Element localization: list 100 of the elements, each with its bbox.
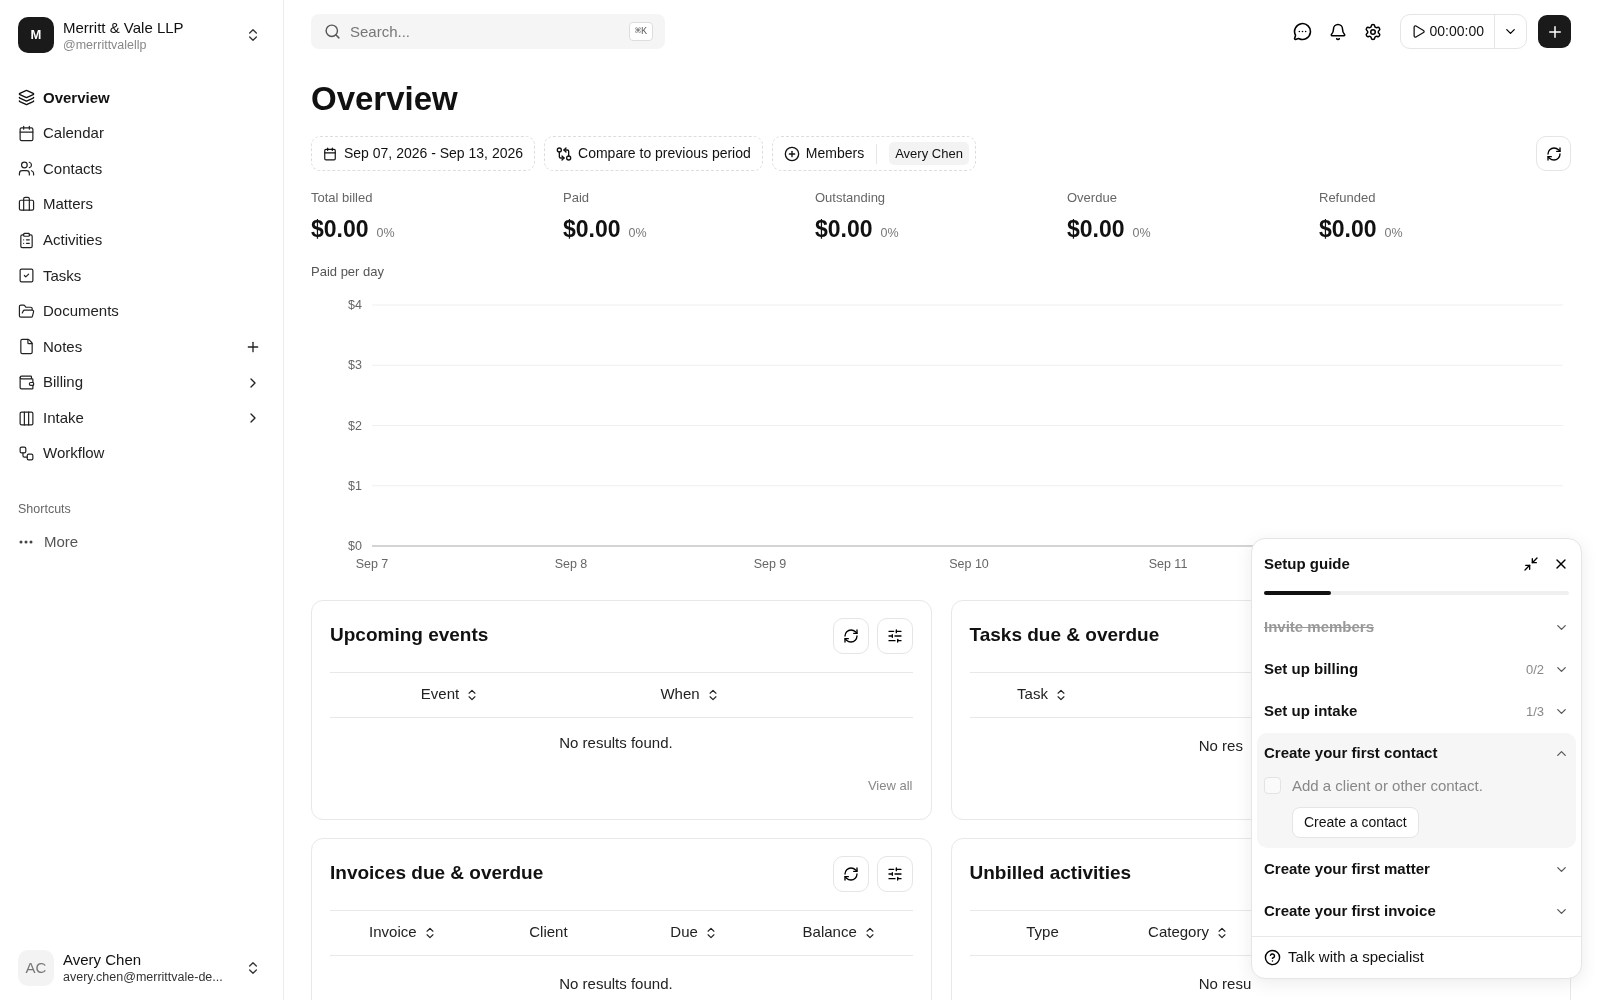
step-row[interactable]: Set up billing 0/2 bbox=[1257, 648, 1576, 691]
nav-item[interactable]: Activities bbox=[18, 222, 265, 258]
step-progress: 1/3 bbox=[1525, 702, 1544, 721]
view-all-link[interactable]: View all bbox=[867, 775, 913, 795]
y-tick-label: $3 bbox=[348, 357, 362, 372]
empty-message: No results found. bbox=[559, 733, 673, 751]
nav-item[interactable]: Intake bbox=[18, 400, 265, 436]
checkbox-icon bbox=[18, 267, 35, 285]
stat-value: $0.00 bbox=[1319, 214, 1377, 244]
stat-label: Total billed bbox=[311, 189, 374, 207]
refresh-button[interactable] bbox=[1536, 136, 1571, 171]
minimize-icon[interactable] bbox=[1523, 556, 1539, 573]
sliders-icon bbox=[886, 865, 903, 882]
empty-message: No results found. bbox=[559, 974, 673, 992]
nav-item[interactable]: Calendar bbox=[18, 115, 265, 152]
ellipsis-icon bbox=[19, 539, 33, 544]
workflow-icon bbox=[18, 445, 35, 463]
timer-button[interactable]: 00:00:00 bbox=[1400, 15, 1494, 48]
filter-button[interactable] bbox=[876, 617, 913, 654]
stat-label: Refunded bbox=[1319, 189, 1377, 207]
refresh-button[interactable] bbox=[832, 617, 869, 654]
add-circle-icon bbox=[783, 145, 800, 162]
help-link[interactable]: Talk with a specialist bbox=[1252, 936, 1581, 978]
nav-item[interactable]: Notes bbox=[18, 329, 265, 365]
members-filter[interactable]: Members Avery Chen bbox=[771, 136, 976, 171]
stat-change: 0% bbox=[1384, 224, 1403, 242]
column-header[interactable]: Due bbox=[670, 921, 718, 944]
column-header[interactable]: Client bbox=[529, 921, 568, 944]
nav-item[interactable]: Tasks bbox=[18, 257, 265, 294]
date-range-button[interactable]: Sep 07, 2026 - Sep 13, 2026 bbox=[311, 136, 536, 171]
y-tick-label: $1 bbox=[348, 478, 362, 493]
section-heading: Shortcuts bbox=[18, 500, 72, 518]
calendar-icon bbox=[18, 124, 35, 142]
stat-change: 0% bbox=[628, 224, 647, 242]
card-title: Upcoming events bbox=[330, 623, 489, 648]
refresh-icon bbox=[1545, 145, 1562, 162]
workspace-handle: @merrittvalellp bbox=[63, 36, 148, 53]
column-header[interactable]: Type bbox=[1026, 921, 1059, 944]
filter-button[interactable] bbox=[876, 855, 913, 892]
create-contact-button[interactable]: Create a contact bbox=[1292, 807, 1419, 838]
sliders-icon bbox=[886, 627, 903, 644]
column-header[interactable]: Invoice bbox=[369, 921, 437, 944]
board-icon bbox=[18, 409, 35, 427]
step-row[interactable]: Create your first matter bbox=[1257, 848, 1576, 890]
nav-item[interactable]: Workflow bbox=[18, 435, 265, 472]
step-title: Invite members bbox=[1264, 617, 1376, 638]
add-button[interactable] bbox=[1538, 15, 1571, 48]
expanded-step[interactable]: Create your first contact Add a client or other contact. Create a contact bbox=[1257, 732, 1576, 848]
x-tick-label: Sep 8 bbox=[554, 556, 588, 571]
column-header[interactable]: Event bbox=[420, 683, 480, 706]
stat-change: 0% bbox=[880, 224, 899, 242]
x-tick-label: Sep 11 bbox=[1148, 556, 1188, 571]
nav-item[interactable]: Contacts bbox=[18, 151, 265, 187]
folder-icon bbox=[18, 302, 35, 320]
refresh-icon bbox=[842, 865, 859, 882]
stat-change: 0% bbox=[1132, 224, 1151, 242]
step-progress: 0/2 bbox=[1525, 660, 1544, 679]
nav-item[interactable]: Billing bbox=[18, 364, 265, 401]
stat-value: $0.00 bbox=[563, 214, 621, 244]
stat-value: $0.00 bbox=[815, 214, 873, 244]
chart-title: Paid per day bbox=[311, 263, 385, 281]
chat-icon[interactable] bbox=[1292, 22, 1312, 41]
settings-icon[interactable] bbox=[1363, 22, 1382, 41]
more-item[interactable]: More bbox=[18, 524, 265, 560]
nav-item[interactable]: Overview bbox=[18, 80, 265, 116]
empty-message: No resu bbox=[1198, 974, 1252, 992]
notification-icon[interactable] bbox=[1328, 22, 1347, 41]
y-tick-label: $2 bbox=[348, 418, 362, 432]
workspace-avatar: M bbox=[18, 17, 54, 53]
step-title: Set up billing bbox=[1264, 659, 1360, 680]
workspace-name: Merritt & Vale LLP bbox=[63, 17, 185, 37]
column-header[interactable]: Balance bbox=[802, 921, 877, 944]
column-header[interactable]: When bbox=[660, 683, 720, 706]
briefcase-icon bbox=[18, 196, 35, 214]
y-tick-label: $0 bbox=[348, 538, 362, 553]
member-chip: Avery Chen bbox=[889, 141, 969, 166]
help-icon bbox=[1264, 949, 1281, 966]
refresh-button[interactable] bbox=[832, 855, 869, 892]
step-row[interactable]: Set up intake 1/3 bbox=[1257, 690, 1576, 733]
step-title: Set up intake bbox=[1264, 701, 1359, 722]
user-name: Avery Chen bbox=[63, 950, 143, 969]
compare-icon bbox=[556, 145, 573, 162]
step-title: Create your first matter bbox=[1264, 858, 1431, 879]
stat-label: Outstanding bbox=[815, 189, 887, 207]
column-header[interactable]: Task bbox=[1017, 683, 1068, 706]
column-header[interactable]: Category bbox=[1148, 921, 1229, 944]
page-title: Overview bbox=[311, 79, 459, 119]
stat-change: 0% bbox=[376, 224, 395, 242]
clipboard-icon bbox=[18, 231, 35, 249]
refresh-icon bbox=[842, 627, 859, 644]
compare-button[interactable]: Compare to previous period bbox=[544, 136, 763, 171]
user-avatar: AC bbox=[18, 950, 54, 986]
wallet-icon bbox=[18, 374, 35, 392]
panel-title: Setup guide bbox=[1264, 554, 1351, 574]
nav-item[interactable]: Matters bbox=[18, 186, 265, 223]
nav-item[interactable]: Documents bbox=[18, 293, 265, 330]
members-label: Members bbox=[805, 144, 865, 163]
x-tick-label: Sep 9 bbox=[753, 556, 787, 571]
step-row[interactable]: Create your first invoice bbox=[1257, 890, 1576, 932]
step-title: Create your first invoice bbox=[1264, 900, 1437, 921]
